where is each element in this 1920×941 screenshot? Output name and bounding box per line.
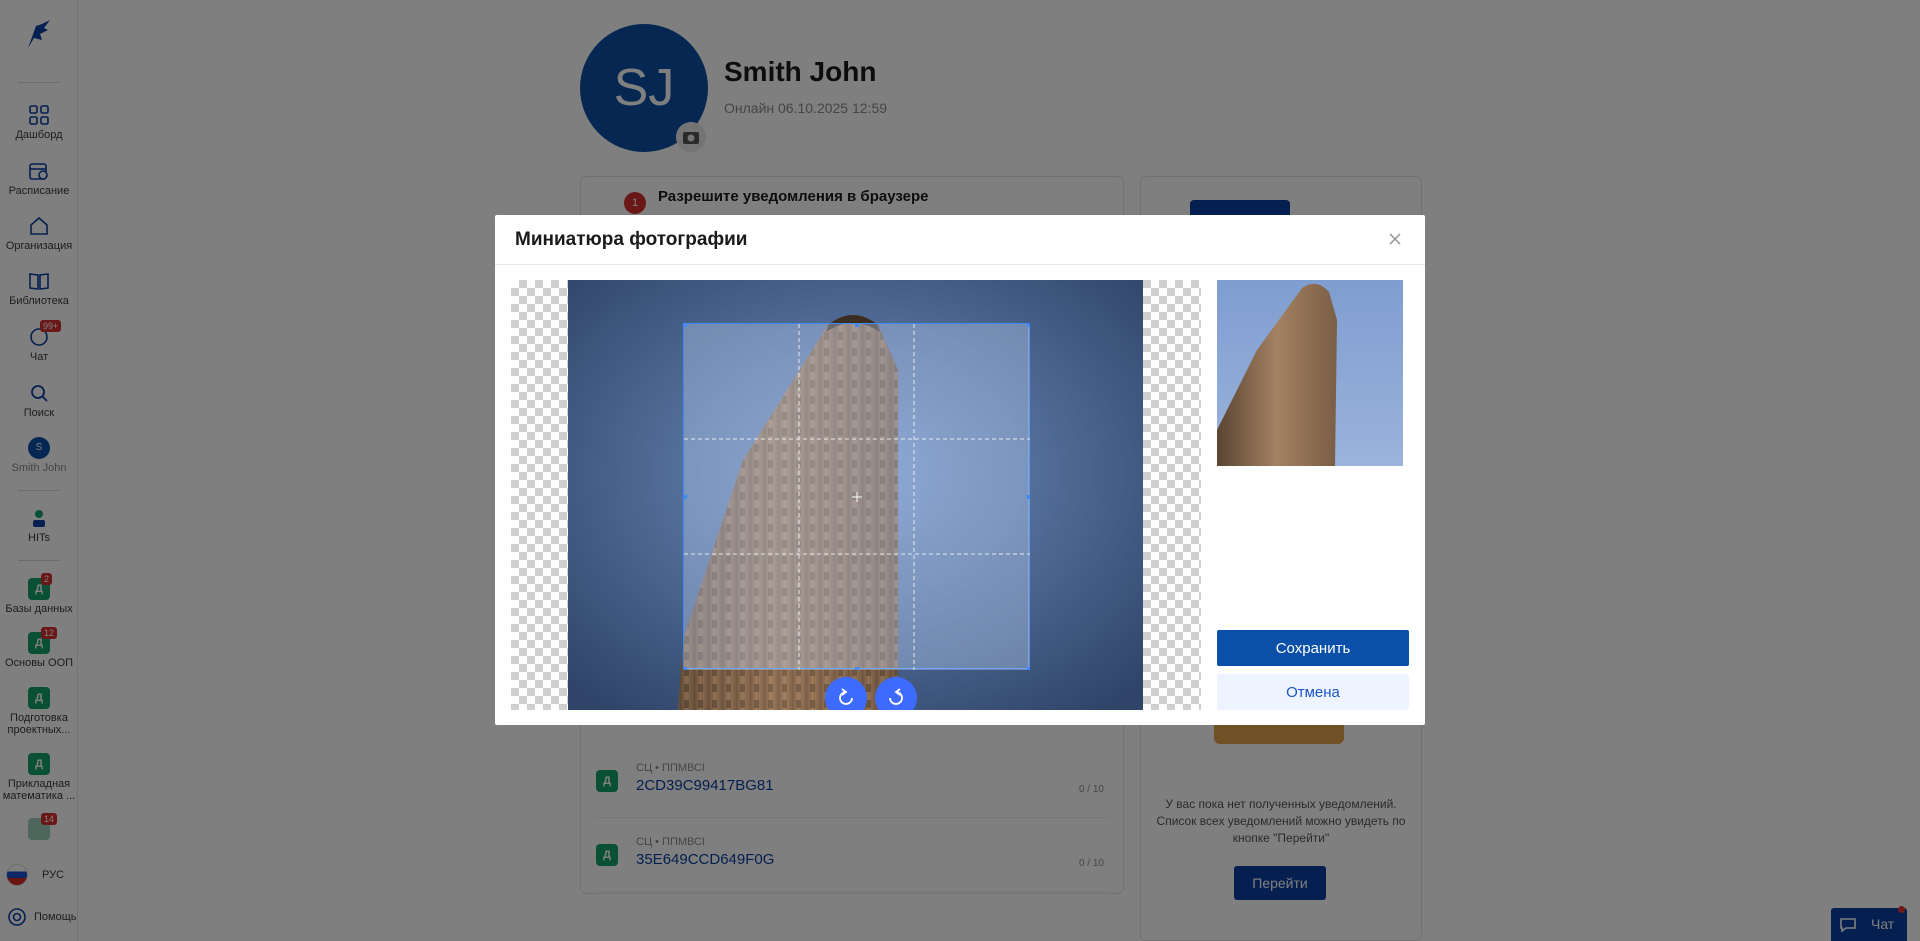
- close-icon[interactable]: [1385, 229, 1405, 249]
- modal-header: Миниатюра фотографии: [495, 215, 1425, 265]
- image-crop-area[interactable]: [511, 280, 1201, 710]
- thumbnail-preview: [1217, 280, 1403, 466]
- save-button[interactable]: Сохранить: [1217, 630, 1409, 666]
- cancel-button[interactable]: Отмена: [1217, 674, 1409, 710]
- crop-selection[interactable]: [683, 323, 1030, 670]
- photo-thumbnail-modal: Миниатюра фотографии Сохранить Отмена: [495, 215, 1425, 725]
- modal-title: Миниатюра фотографии: [515, 229, 748, 250]
